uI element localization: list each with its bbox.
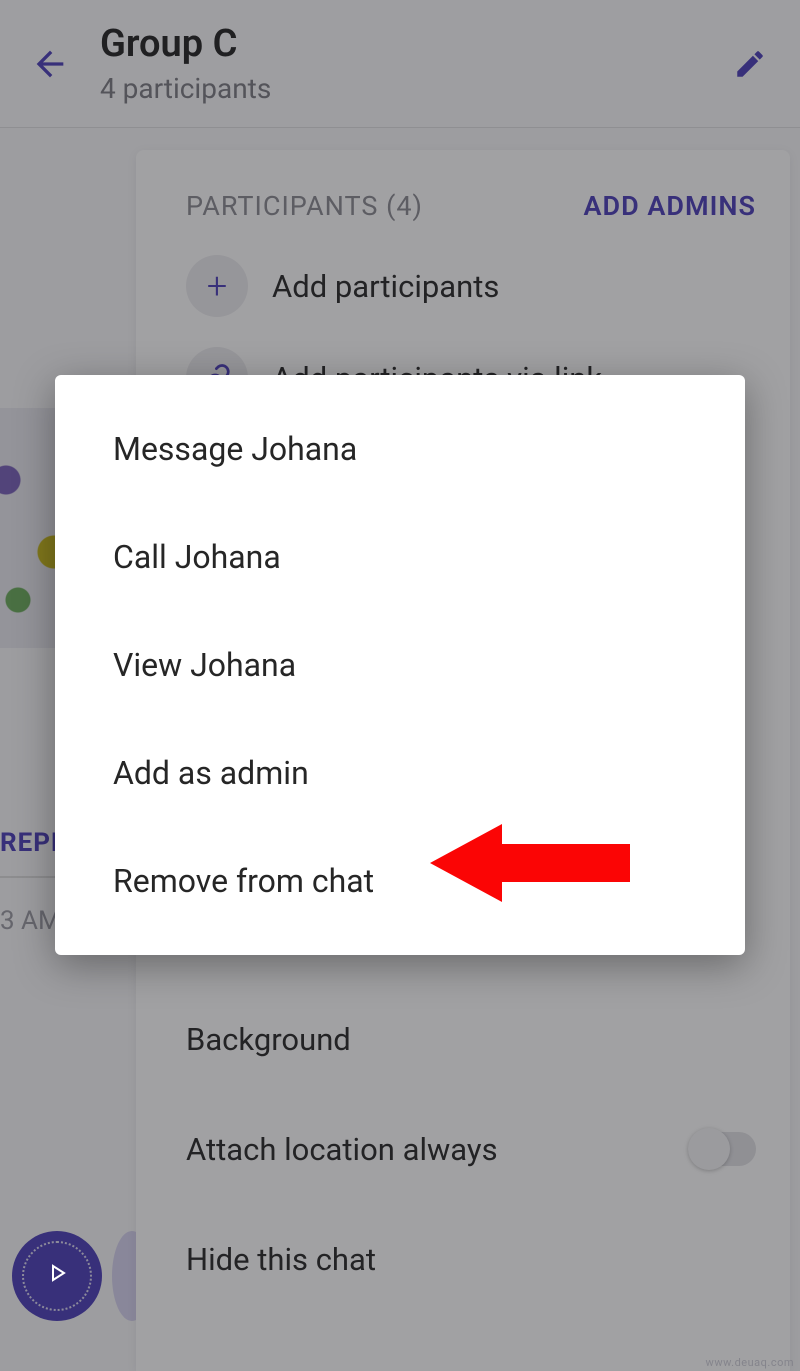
participant-context-menu: Message Johana Call Johana View Johana A… [55, 375, 745, 955]
menu-add-admin[interactable]: Add as admin [55, 719, 745, 827]
menu-remove-from-chat[interactable]: Remove from chat [55, 827, 745, 935]
menu-view[interactable]: View Johana [55, 611, 745, 719]
menu-call[interactable]: Call Johana [55, 503, 745, 611]
play-icon [45, 1261, 69, 1291]
menu-message[interactable]: Message Johana [55, 395, 745, 503]
watermark: www.deuaq.com [706, 1356, 794, 1369]
